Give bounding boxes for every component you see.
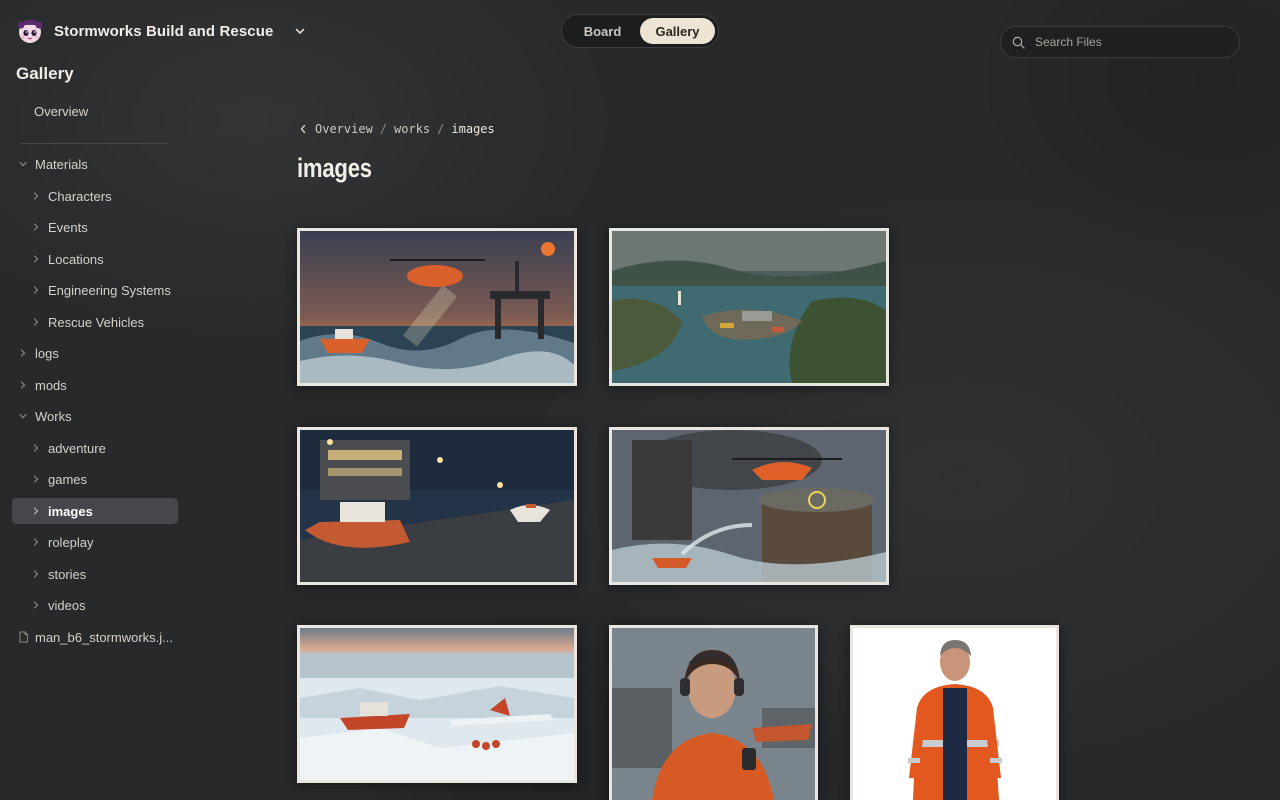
sidebar-item-label: Events (48, 219, 88, 235)
chevron-right-icon (33, 538, 39, 546)
sidebar-item-rescue-vehicles[interactable]: Rescue Vehicles (30, 310, 144, 334)
search-box (1000, 26, 1240, 58)
sidebar-item-label: Works (35, 408, 72, 424)
file-icon (19, 631, 28, 643)
page-title: images (297, 153, 372, 183)
breadcrumb-images: images (451, 122, 495, 136)
helicopter-rescue-image (300, 231, 574, 383)
breadcrumb-separator: / (437, 122, 445, 136)
sidebar-file-item[interactable]: man_b6_stormworks.j... (17, 625, 173, 649)
rescue-worker-portrait-image (612, 628, 815, 800)
search-icon (1012, 36, 1025, 49)
sidebar-item-label: mods (35, 377, 67, 393)
chevron-right-icon (20, 349, 26, 357)
gallery-thumbnail[interactable] (297, 228, 577, 386)
arctic-rescue-image (300, 628, 574, 780)
chevron-down-icon (296, 28, 305, 34)
sidebar-item-label: Materials (35, 156, 88, 172)
chevron-right-icon (33, 475, 39, 483)
sidebar-item-characters[interactable]: Characters (30, 184, 112, 208)
sidebar-item-label: man_b6_stormworks.j... (35, 629, 173, 645)
chevron-right-icon (33, 601, 39, 609)
sidebar: Gallery Overview Materials Characters Ev… (0, 60, 190, 800)
sidebar-item-label: logs (35, 345, 59, 361)
breadcrumb: Overview / works / images (299, 122, 495, 136)
gallery-tab[interactable]: Gallery (640, 18, 715, 44)
sidebar-item-label: Engineering Systems (48, 282, 171, 298)
sidebar-item-locations[interactable]: Locations (30, 247, 104, 271)
chevron-right-icon (33, 507, 39, 515)
chevron-down-icon (19, 161, 27, 167)
sidebar-item-label: Characters (48, 188, 112, 204)
sidebar-overview-link[interactable]: Overview (34, 104, 88, 119)
coastal-harbor-image (612, 231, 886, 383)
sidebar-item-label: Locations (48, 251, 104, 267)
chevron-right-icon (33, 286, 39, 294)
app-switch-button[interactable] (291, 22, 309, 40)
sidebar-item-materials[interactable]: Materials (17, 152, 88, 176)
sidebar-item-logs[interactable]: logs (17, 341, 59, 365)
sidebar-heading: Gallery (16, 64, 74, 83)
view-toggle: Board Gallery (561, 14, 719, 48)
sidebar-item-label: videos (48, 597, 86, 613)
search-input[interactable] (1033, 34, 1227, 50)
app-header: Stormworks Build and Rescue (16, 14, 309, 48)
chevron-right-icon (33, 192, 39, 200)
sidebar-divider (20, 143, 170, 144)
chevron-left-icon (300, 124, 306, 134)
sidebar-item-engineering-systems[interactable]: Engineering Systems (30, 278, 171, 302)
chevron-right-icon (33, 255, 39, 263)
breadcrumb-separator: / (379, 122, 388, 136)
sidebar-item-label: adventure (48, 440, 106, 456)
back-button[interactable] (299, 124, 307, 134)
chevron-right-icon (33, 444, 39, 452)
board-tab[interactable]: Board (565, 18, 640, 44)
sidebar-item-roleplay[interactable]: roleplay (30, 530, 94, 554)
breadcrumb-works[interactable]: works (394, 122, 430, 136)
sidebar-item-events[interactable]: Events (30, 215, 88, 239)
sidebar-item-label: roleplay (48, 534, 94, 550)
gallery-thumbnail[interactable] (297, 427, 577, 585)
night-shipyard-image (300, 430, 574, 582)
sidebar-item-label: games (48, 471, 88, 487)
mascot-face-icon[interactable] (16, 17, 44, 45)
breadcrumb-overview[interactable]: Overview (315, 122, 373, 136)
sidebar-item-stories[interactable]: stories (30, 562, 86, 586)
chevron-right-icon (20, 381, 26, 389)
rescue-worker-figure-image (853, 628, 1056, 800)
sidebar-item-label: stories (48, 566, 87, 582)
sidebar-item-videos[interactable]: videos (30, 593, 86, 617)
sidebar-item-games[interactable]: games (30, 467, 87, 491)
gallery-thumbnail[interactable] (609, 427, 889, 585)
sidebar-item-label: images (48, 503, 93, 519)
gallery-thumbnail[interactable] (850, 625, 1059, 800)
gallery-thumbnail[interactable] (609, 625, 818, 800)
sidebar-item-works[interactable]: Works (17, 404, 72, 428)
chevron-right-icon (33, 570, 39, 578)
chevron-right-icon (33, 223, 39, 231)
sidebar-item-mods[interactable]: mods (17, 373, 67, 397)
gallery-thumbnail[interactable] (297, 625, 577, 783)
sidebar-item-adventure[interactable]: adventure (30, 436, 106, 460)
oil-platform-fire-image (612, 430, 886, 582)
sidebar-item-label: Rescue Vehicles (48, 314, 145, 330)
app-title: Stormworks Build and Rescue (54, 22, 274, 40)
chevron-right-icon (33, 318, 39, 326)
gallery-thumbnail[interactable] (609, 228, 889, 386)
chevron-down-icon (19, 413, 27, 419)
sidebar-item-images[interactable]: images (12, 498, 178, 524)
